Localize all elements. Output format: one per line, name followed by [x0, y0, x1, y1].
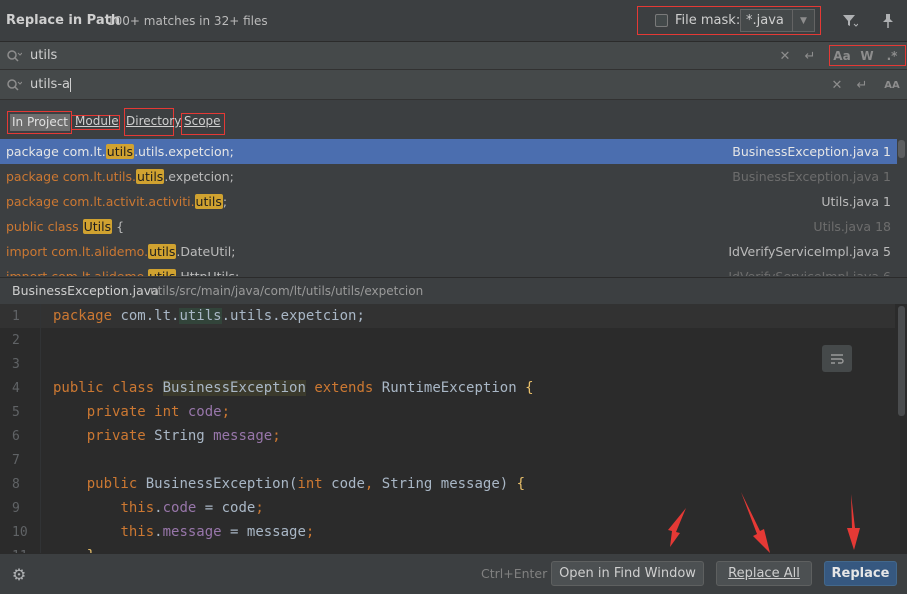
replace-in-path-dialog: { "header": { "title": "Replace in Path"… — [0, 0, 907, 594]
annotation-arrows — [668, 492, 860, 553]
arrow-open-in-find — [668, 508, 686, 547]
arrow-replace — [847, 494, 860, 550]
arrow-replace-all — [741, 492, 770, 553]
